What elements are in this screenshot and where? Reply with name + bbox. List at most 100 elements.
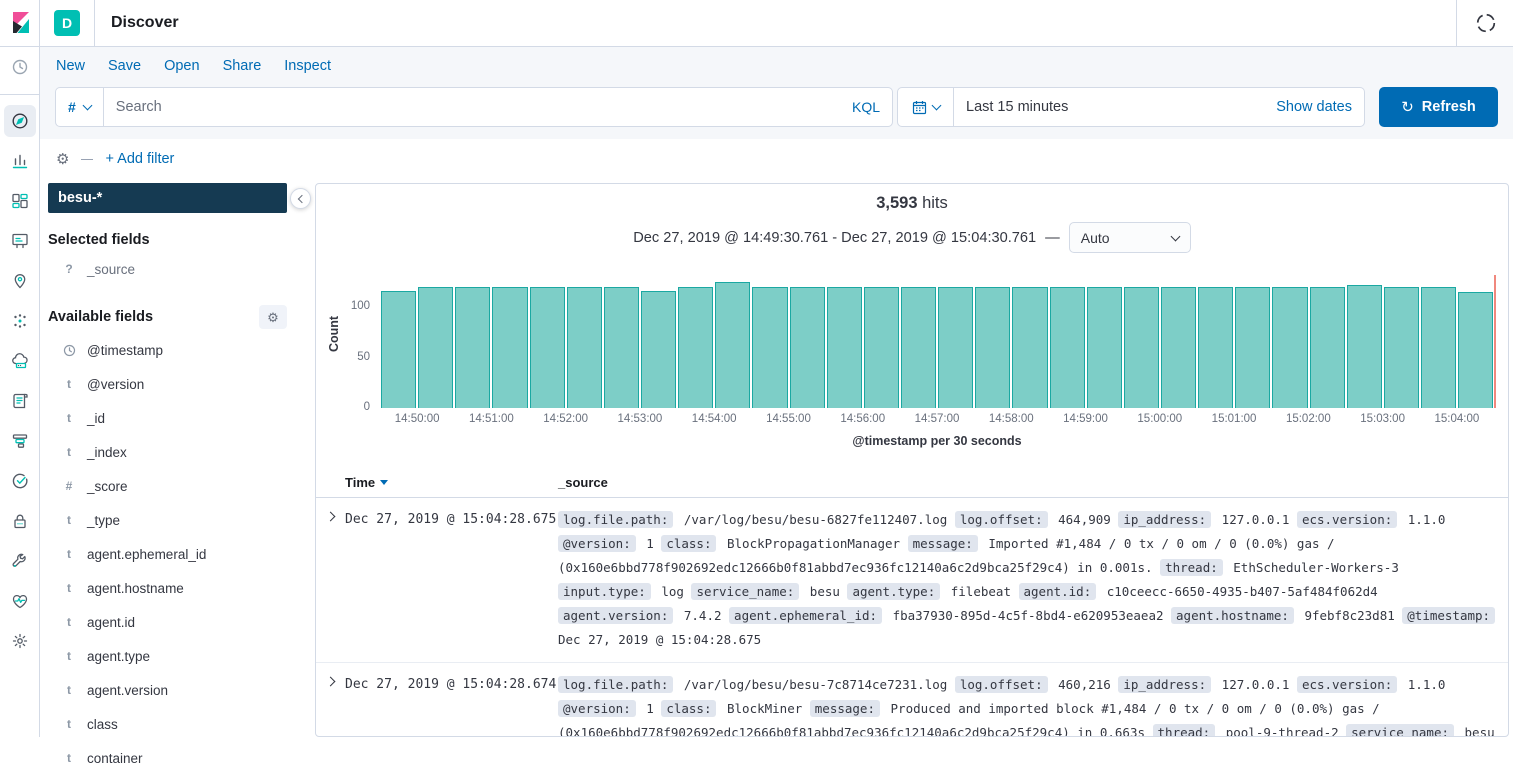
histogram-bar-14:59:00[interactable] [1087,287,1122,408]
nav-item-management[interactable] [4,625,36,657]
histogram-bar-14:52:30[interactable] [604,287,639,408]
field-item-agent.ephemeral_id[interactable]: tagent.ephemeral_id [48,537,307,571]
nav-item-dashboard[interactable] [4,185,36,217]
nav-item-siem[interactable] [4,505,36,537]
save-link[interactable]: Save [108,58,141,74]
histogram-bar-15:02:00[interactable] [1310,287,1345,408]
histogram-bar-14:51:30[interactable] [530,287,565,408]
nav-item-infrastructure[interactable] [4,345,36,377]
histogram-bar-15:00:00[interactable] [1161,287,1196,408]
hits-count: 3,593 [876,194,917,212]
field-item-@version[interactable]: t@version [48,367,307,401]
field-item-_source[interactable]: ?_source [48,252,307,286]
nav-item-logs[interactable] [4,385,36,417]
expand-row-button[interactable] [316,513,345,520]
refresh-label: Refresh [1422,99,1476,115]
search-input[interactable] [104,99,840,115]
nav-item-machine-learning[interactable] [4,305,36,337]
histogram-bar-14:50:30[interactable] [455,287,490,408]
histogram-bar-15:04:00[interactable] [1458,292,1493,408]
filter-settings-gear-icon[interactable]: ⚙ [56,152,69,167]
field-item-agent.hostname[interactable]: tagent.hostname [48,571,307,605]
nav-item-canvas[interactable] [4,225,36,257]
expand-row-button[interactable] [316,678,345,685]
nav-item-stack-monitoring[interactable] [4,585,36,617]
field-name: _id [87,411,105,426]
field-item-class[interactable]: tclass [48,707,307,741]
histogram-bar-14:57:30[interactable] [975,287,1010,408]
field-item-agent.version[interactable]: tagent.version [48,673,307,707]
hash-filter-icon: # [68,99,76,115]
histogram-bar-14:58:30[interactable] [1050,287,1085,408]
histogram-bar-14:49:30[interactable] [381,291,416,408]
time-column-header[interactable]: Time [345,475,558,490]
lock-icon [10,511,30,531]
field-item-_id[interactable]: t_id [48,401,307,435]
field-item-_score[interactable]: #_score [48,469,307,503]
histogram-bar-15:03:30[interactable] [1421,287,1456,408]
share-link[interactable]: Share [223,58,262,74]
field-key-badge: message: [810,700,880,717]
hits-label: hits [922,194,948,212]
field-settings-gear-icon[interactable]: ⚙ [259,305,287,329]
nav-item-dev-tools[interactable] [4,545,36,577]
nav-item-maps[interactable] [4,265,36,297]
index-pattern-selector[interactable]: besu-* [48,183,287,213]
chevron-right-icon [326,512,336,522]
histogram-bar-14:55:00[interactable] [790,287,825,408]
histogram-bar-15:03:00[interactable] [1384,287,1419,408]
histogram-bar-14:54:00[interactable] [715,282,750,408]
histogram-bar-14:58:00[interactable] [1012,287,1047,408]
kql-toggle[interactable]: KQL [840,99,892,115]
inspect-link[interactable]: Inspect [284,58,331,74]
field-key-badge: thread: [1153,724,1216,736]
histogram-bar-15:01:00[interactable] [1235,287,1270,408]
chevron-left-icon [297,194,305,202]
field-item-agent.type[interactable]: tagent.type [48,639,307,673]
histogram-bar-14:51:00[interactable] [492,287,527,408]
histogram-bar-15:00:30[interactable] [1198,287,1233,408]
field-item-_type[interactable]: t_type [48,503,307,537]
space-avatar-button[interactable] [1471,8,1501,38]
calendar-menu-button[interactable] [897,87,954,127]
calendar-icon [912,100,927,115]
refresh-button[interactable]: ↻ Refresh [1379,87,1498,127]
interval-select[interactable]: Auto [1069,222,1191,253]
histogram-chart: Count 050100 14:50:0014:51:0014:52:0014:… [328,275,1496,453]
saved-query-menu-button[interactable]: # [56,88,104,126]
field-key-badge: service_name: [691,583,799,600]
field-item-_index[interactable]: t_index [48,435,307,469]
open-link[interactable]: Open [164,58,199,74]
field-item-@timestamp[interactable]: @timestamp [48,333,307,367]
field-item-agent.id[interactable]: tagent.id [48,605,307,639]
histogram-bar-14:56:30[interactable] [901,287,936,408]
field-key-badge: log.offset: [955,511,1048,528]
x-axis-title: @timestamp per 30 seconds [380,434,1494,448]
kibana-logo[interactable] [9,11,39,35]
histogram-bar-14:56:00[interactable] [864,287,899,408]
histogram-bar-14:53:00[interactable] [641,291,676,408]
histogram-bar-14:59:30[interactable] [1124,287,1159,408]
histogram-bar-14:53:30[interactable] [678,287,713,408]
histogram-bar-15:02:30[interactable] [1347,285,1382,408]
field-item-container[interactable]: tcontainer [48,741,307,775]
histogram-bar-14:57:00[interactable] [938,287,973,408]
field-key-badge: agent.type: [847,583,940,600]
collapse-sidebar-button[interactable] [290,188,311,209]
histogram-bar-15:01:30[interactable] [1272,287,1307,408]
histogram-bar-14:52:00[interactable] [567,287,602,408]
nav-item-discover[interactable] [4,105,36,137]
show-dates-button[interactable]: Show dates [1276,99,1352,115]
field-key-badge: @version: [558,535,636,552]
time-range-summary: Dec 27, 2019 @ 14:49:30.761 - Dec 27, 20… [316,222,1508,253]
histogram-bar-14:50:00[interactable] [418,287,453,408]
histogram-bar-14:55:30[interactable] [827,287,862,408]
new-link[interactable]: New [56,58,85,74]
time-range-field[interactable]: Last 15 minutes Show dates [954,87,1365,127]
nav-item-uptime[interactable] [4,465,36,497]
histogram-bar-14:54:30[interactable] [752,287,787,408]
nav-item-visualize[interactable] [4,145,36,177]
add-filter-link[interactable]: + Add filter [105,151,174,167]
nav-item-apm[interactable] [4,425,36,457]
recently-viewed-button[interactable] [4,51,36,83]
